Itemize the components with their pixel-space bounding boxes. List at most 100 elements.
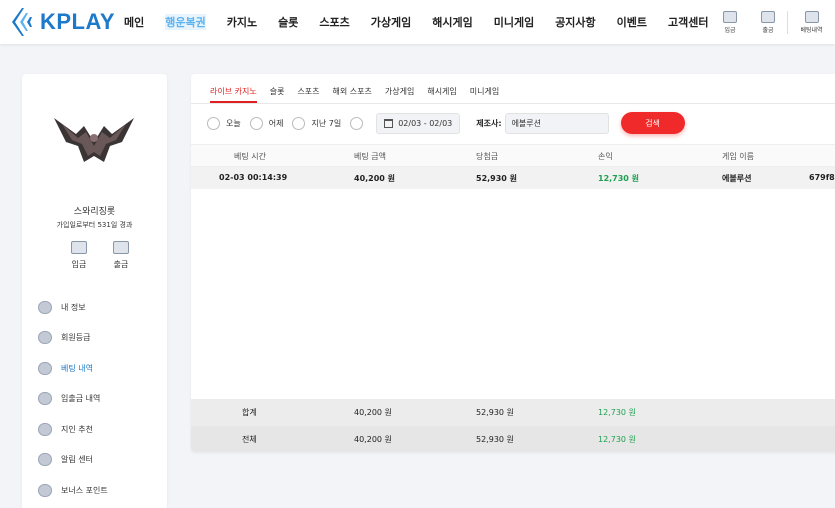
top-withdraw-button[interactable]: 출금 <box>749 10 787 34</box>
kplay-logo-icon <box>12 8 32 36</box>
summary-row-total: 전체 40,200 원 52,930 원 12,730 원 <box>191 426 835 452</box>
radio-label: 어제 <box>268 118 284 128</box>
cell-winnings: 52,930 원 <box>476 174 518 183</box>
withdraw-button[interactable]: 출금 <box>100 241 142 270</box>
search-button[interactable]: 검색 <box>620 112 685 134</box>
logo[interactable]: KPLAY <box>10 6 115 38</box>
bonus-icon <box>38 483 52 497</box>
top-betting-history-button[interactable]: 베팅내역 <box>787 10 835 34</box>
tab-virtual[interactable]: 가상게임 <box>385 86 414 103</box>
withdraw-label: 출금 <box>113 260 129 269</box>
nav-mini[interactable]: 미니게임 <box>494 14 534 30</box>
badge-icon <box>38 331 52 345</box>
wallet-out-icon <box>761 10 775 23</box>
top-deposit-button[interactable]: 입금 <box>711 10 749 34</box>
column-header-game-name: 게임 이름 <box>722 152 754 161</box>
provider-label: 제조사: <box>476 118 502 128</box>
date-range-value: 02/03 - 02/03 <box>398 118 453 128</box>
game-tabs: 라이브 카지노 슬롯 스포츠 해외 스포츠 가상게임 해시게임 미니게임 <box>191 74 835 104</box>
sidebar-item-label: 지인 추천 <box>61 424 93 434</box>
provider-input[interactable] <box>504 112 609 134</box>
summary-bet-amount: 40,200 원 <box>354 435 392 444</box>
sidebar-item-label: 입출금 내역 <box>61 394 101 404</box>
nav-lottery[interactable]: 행운복권 <box>165 14 206 30</box>
summary-label: 합계 <box>242 408 257 417</box>
betting-icon <box>38 361 52 375</box>
tab-mini[interactable]: 미니게임 <box>470 86 499 103</box>
summary-profit: 12,730 원 <box>598 435 636 444</box>
sidebar-item-membership[interactable]: 회원등급 <box>38 323 108 354</box>
profile-sidebar: 스와리징롯 가입일로부터 531일 경과 입금 출금 내 정보 회원등급 베팅 … <box>22 74 167 508</box>
betting-history-icon <box>804 10 819 23</box>
tab-sports[interactable]: 스포츠 <box>297 86 319 103</box>
sidebar-item-my-info[interactable]: 내 정보 <box>38 292 108 323</box>
calendar-icon <box>384 118 394 128</box>
wallet-in-icon <box>71 241 87 254</box>
radio-custom[interactable] <box>350 116 369 130</box>
tab-hash[interactable]: 해시게임 <box>427 86 456 103</box>
sidebar-item-referral[interactable]: 지인 추천 <box>38 414 108 445</box>
deposit-label: 입금 <box>71 260 87 269</box>
nav-hash[interactable]: 해시게임 <box>432 14 472 30</box>
chat-icon <box>38 453 52 467</box>
betting-history-panel: 라이브 카지노 슬롯 스포츠 해외 스포츠 가상게임 해시게임 미니게임 오늘 … <box>191 74 835 452</box>
summary-label: 전체 <box>242 435 257 444</box>
filter-bar: 오늘 어제 지난 7일 02/03 - 02/03 제조사: 검색 <box>207 112 685 134</box>
table-header: 베팅 시간 베팅 금액 당첨금 손익 게임 이름 <box>191 144 835 167</box>
radio-circle <box>350 116 364 130</box>
sidebar-item-label: 회원등급 <box>61 333 91 343</box>
radio-label: 지난 7일 <box>311 118 342 128</box>
summary-winnings: 52,930 원 <box>476 435 514 444</box>
radio-circle <box>207 116 220 130</box>
date-range-picker[interactable]: 02/03 - 02/03 <box>376 112 461 134</box>
user-icon <box>38 300 52 314</box>
sidebar-item-betting-history[interactable]: 베팅 내역 <box>38 353 108 384</box>
radio-last-7-days[interactable]: 지난 7일 <box>292 116 342 130</box>
radio-label: 오늘 <box>226 118 241 128</box>
transactions-icon <box>38 392 52 406</box>
column-header-bet-time: 베팅 시간 <box>234 152 266 161</box>
deposit-button[interactable]: 입금 <box>58 241 100 270</box>
sidebar-item-notifications[interactable]: 알림 센터 <box>38 445 108 476</box>
logo-text: KPLAY <box>40 9 116 34</box>
wallet-buttons: 입금 출금 <box>58 241 142 270</box>
radio-today[interactable]: 오늘 <box>207 116 241 130</box>
column-header-bet-amount: 베팅 금액 <box>354 152 386 161</box>
nav-casino[interactable]: 카지노 <box>227 14 257 30</box>
nav-support[interactable]: 고객센터 <box>668 14 708 30</box>
nav-event[interactable]: 이벤트 <box>617 14 647 30</box>
wallet-in-icon <box>723 10 737 23</box>
sidebar-item-label: 보너스 포인트 <box>61 485 108 495</box>
radio-circle <box>292 116 306 130</box>
main-nav: 메인 행운복권 카지노 슬롯 스포츠 가상게임 해시게임 미니게임 공지사항 이… <box>124 0 730 44</box>
tab-overseas-sports[interactable]: 해외 스포츠 <box>333 86 372 103</box>
top-icon-group: 입금 출금 베팅내역 <box>711 0 835 44</box>
nav-sports[interactable]: 스포츠 <box>319 14 349 30</box>
nav-slot[interactable]: 슬롯 <box>278 14 298 30</box>
sidebar-item-label: 베팅 내역 <box>61 363 93 373</box>
column-header-profit: 손익 <box>598 152 613 161</box>
radio-yesterday[interactable]: 어제 <box>249 116 284 130</box>
nav-main[interactable]: 메인 <box>124 14 144 30</box>
radio-circle <box>249 116 263 130</box>
summary-profit: 12,730 원 <box>598 408 636 417</box>
sidebar-item-label: 내 정보 <box>61 302 86 312</box>
top-withdraw-label: 출금 <box>762 26 774 34</box>
tab-slot[interactable]: 슬롯 <box>270 86 285 103</box>
table-row[interactable]: 02-03 00:14:39 40,200 원 52,930 원 12,730 … <box>191 167 835 189</box>
cell-profit: 12,730 원 <box>598 174 640 183</box>
cell-game-name: 에볼루션 <box>722 174 752 183</box>
joined-days: 가입일로부터 531일 경과 <box>56 221 133 229</box>
sidebar-menu: 내 정보 회원등급 베팅 내역 입출금 내역 지인 추천 알림 센터 보너스 포… <box>38 292 108 506</box>
tab-live-casino[interactable]: 라이브 카지노 <box>210 86 257 103</box>
top-navigation-bar: KPLAY 메인 행운복권 카지노 슬롯 스포츠 가상게임 해시게임 미니게임 … <box>0 0 835 44</box>
rank-emblem-icon <box>54 118 134 162</box>
column-header-winnings: 당첨금 <box>476 152 499 161</box>
sidebar-item-bonus[interactable]: 보너스 포인트 <box>38 475 108 506</box>
nav-notice[interactable]: 공지사항 <box>555 14 595 30</box>
nav-virtual[interactable]: 가상게임 <box>371 14 411 30</box>
summary-bet-amount: 40,200 원 <box>354 408 392 417</box>
top-deposit-label: 입금 <box>724 26 736 34</box>
username: 스와리징롯 <box>73 207 116 217</box>
sidebar-item-transactions[interactable]: 입출금 내역 <box>38 384 108 415</box>
